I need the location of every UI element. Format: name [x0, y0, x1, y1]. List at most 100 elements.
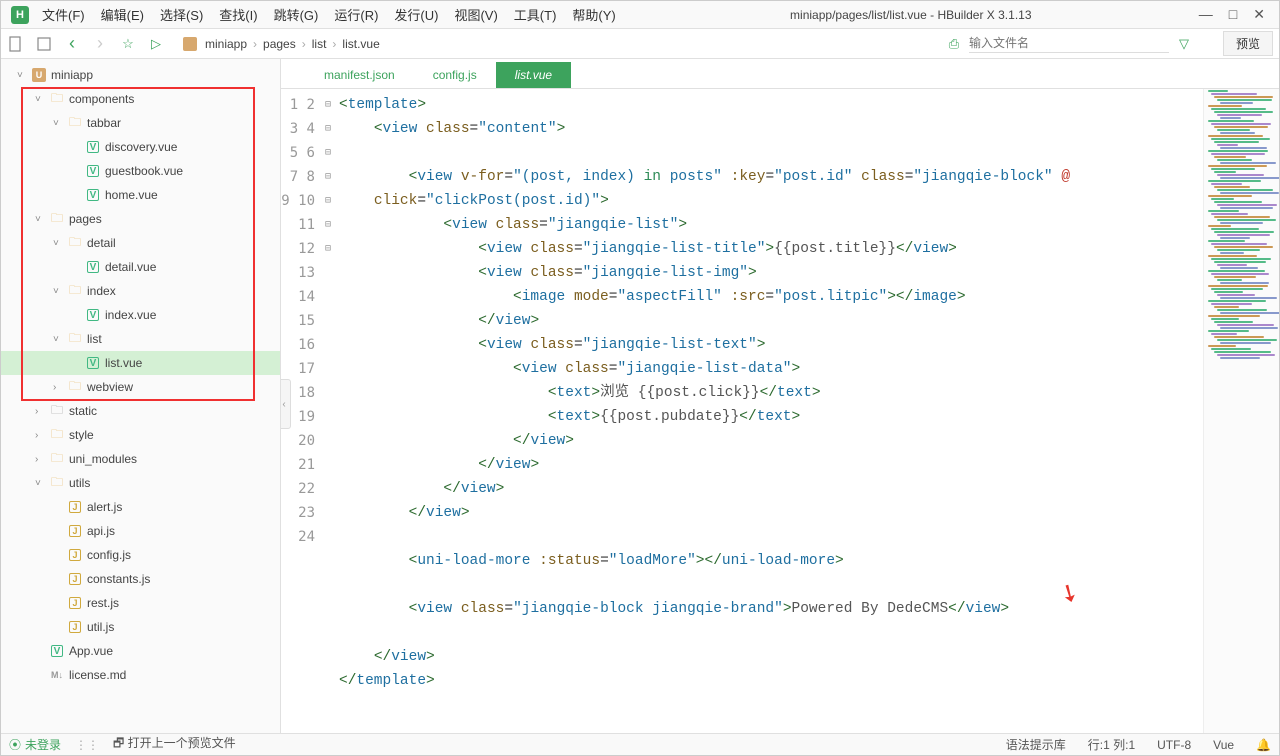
status-dots: ⋮⋮: [75, 738, 99, 752]
tree-item[interactable]: ˅🗀index: [1, 279, 280, 303]
tree-label: App.vue: [69, 644, 113, 658]
chevron-down-icon[interactable]: ˅: [53, 286, 65, 297]
star-icon[interactable]: ☆: [119, 35, 137, 53]
search-icon[interactable]: ⎙: [945, 35, 963, 53]
editor-body[interactable]: ‹ 1 2 3 4 5 6 7 8 9 10 11 12 13 14 15 16…: [281, 89, 1279, 733]
tree-label: config.js: [87, 548, 131, 562]
tree-item[interactable]: Vindex.vue: [1, 303, 280, 327]
tree-label: home.vue: [105, 188, 158, 202]
js-file-icon: J: [67, 620, 83, 634]
tree-label: list: [87, 332, 102, 346]
minimize-icon[interactable]: ―: [1199, 6, 1213, 23]
status-syntax[interactable]: 语法提示库: [1006, 736, 1066, 753]
folder-icon: 🗀: [49, 428, 65, 442]
login-status[interactable]: ⦿ 未登录: [9, 736, 61, 753]
tree-label: utils: [69, 476, 90, 490]
breadcrumb-item[interactable]: miniapp: [205, 37, 247, 51]
run-icon[interactable]: ▷: [147, 35, 165, 53]
chevron-right-icon[interactable]: ›: [53, 382, 65, 393]
fold-column[interactable]: ⊟ ⊟ ⊟ ⊟ ⊟ ⊟ ⊟: [321, 89, 335, 733]
close-icon[interactable]: ✕: [1253, 6, 1265, 23]
maximize-icon[interactable]: □: [1229, 6, 1237, 23]
tree-item[interactable]: ˅🗀utils: [1, 471, 280, 495]
tree-item[interactable]: Vdetail.vue: [1, 255, 280, 279]
editor-tab[interactable]: config.js: [414, 62, 496, 88]
save-icon[interactable]: [35, 35, 53, 53]
preview-button[interactable]: 预览: [1223, 31, 1273, 56]
tree-item[interactable]: M↓license.md: [1, 663, 280, 687]
menu-item[interactable]: 选择(S): [153, 3, 210, 26]
logo-icon: H: [11, 6, 29, 24]
editor-tab[interactable]: list.vue: [496, 62, 571, 88]
tree-item[interactable]: Jrest.js: [1, 591, 280, 615]
tree-item[interactable]: ›🗀static: [1, 399, 280, 423]
menu-item[interactable]: 运行(R): [327, 3, 385, 26]
tree-label: guestbook.vue: [105, 164, 183, 178]
menu-item[interactable]: 查找(I): [212, 3, 264, 26]
tree-item[interactable]: ˅🗀detail: [1, 231, 280, 255]
tree-item[interactable]: Vguestbook.vue: [1, 159, 280, 183]
bell-icon[interactable]: 🔔: [1256, 738, 1271, 752]
tree-item[interactable]: Vlist.vue: [1, 351, 280, 375]
tree-item[interactable]: ›🗀 webview: [1, 375, 280, 399]
tree-item[interactable]: ›🗀style: [1, 423, 280, 447]
menu-item[interactable]: 视图(V): [447, 3, 504, 26]
breadcrumb-item[interactable]: list.vue: [342, 37, 379, 51]
forward-icon[interactable]: ›: [91, 35, 109, 53]
chevron-down-icon[interactable]: ˅: [53, 334, 65, 345]
tree-label: pages: [69, 212, 102, 226]
chevron-right-icon[interactable]: ›: [35, 406, 47, 417]
tree-item[interactable]: ˅🗀tabbar: [1, 111, 280, 135]
search-input[interactable]: [969, 34, 1169, 53]
tree-item[interactable]: Vhome.vue: [1, 183, 280, 207]
tree-item[interactable]: Japi.js: [1, 519, 280, 543]
menu-item[interactable]: 工具(T): [507, 3, 564, 26]
code-area[interactable]: <template> <view class="content"> <view …: [335, 89, 1203, 733]
status-encoding[interactable]: UTF-8: [1157, 738, 1191, 752]
menu-item[interactable]: 帮助(Y): [565, 3, 622, 26]
tree-item[interactable]: Jconstants.js: [1, 567, 280, 591]
menu-item[interactable]: 发行(U): [387, 3, 445, 26]
chevron-down-icon[interactable]: ˅: [35, 478, 47, 489]
new-file-icon[interactable]: [7, 35, 25, 53]
menu-item[interactable]: 文件(F): [35, 3, 92, 26]
tree-label: detail.vue: [105, 260, 156, 274]
breadcrumb-item[interactable]: list: [312, 37, 327, 51]
chevron-right-icon: ›: [253, 37, 257, 51]
editor-tab[interactable]: manifest.json: [305, 62, 414, 88]
js-file-icon: J: [67, 572, 83, 586]
minimap[interactable]: [1203, 89, 1279, 733]
chevron-down-icon[interactable]: ˅: [53, 118, 65, 129]
tree-item[interactable]: ˅🗀list: [1, 327, 280, 351]
chevron-down-icon[interactable]: ˅: [53, 238, 65, 249]
tree-label: webview: [87, 380, 133, 394]
menu-item[interactable]: 编辑(E): [94, 3, 151, 26]
tree-item[interactable]: VApp.vue: [1, 639, 280, 663]
tree-item[interactable]: ˅🗀pages: [1, 207, 280, 231]
chevron-right-icon[interactable]: ›: [35, 454, 47, 465]
back-icon[interactable]: ‹: [63, 35, 81, 53]
tree-item[interactable]: Jconfig.js: [1, 543, 280, 567]
filter-icon[interactable]: ▽: [1175, 35, 1193, 53]
folder-icon: 🗀: [49, 452, 65, 466]
tree-item[interactable]: ›🗀uni_modules: [1, 447, 280, 471]
status-bar: ⦿ 未登录 ⋮⋮ 🗗 打开上一个预览文件 语法提示库 行:1 列:1 UTF-8…: [1, 733, 1279, 755]
tree-root[interactable]: ˅ U miniapp: [1, 63, 280, 87]
tree-item[interactable]: ˅🗀components: [1, 87, 280, 111]
chevron-down-icon[interactable]: ˅: [35, 214, 47, 225]
menu-item[interactable]: 跳转(G): [267, 3, 326, 26]
folder-icon: 🗀: [67, 380, 83, 394]
tree-label: list.vue: [105, 356, 142, 370]
tree-item[interactable]: Vdiscovery.vue: [1, 135, 280, 159]
chevron-right-icon[interactable]: ›: [35, 430, 47, 441]
status-lang[interactable]: Vue: [1213, 738, 1234, 752]
status-hint[interactable]: 🗗 打开上一个预览文件: [113, 734, 236, 755]
tree-item[interactable]: Jalert.js: [1, 495, 280, 519]
chevron-down-icon[interactable]: ˅: [35, 94, 47, 105]
tree-label: alert.js: [87, 500, 122, 514]
file-tree[interactable]: ˅ U miniapp ˅🗀components˅🗀tabbarVdiscove…: [1, 59, 281, 733]
status-position[interactable]: 行:1 列:1: [1088, 736, 1135, 753]
tree-item[interactable]: Jutil.js: [1, 615, 280, 639]
sidebar-collapse-icon[interactable]: ‹: [281, 379, 291, 429]
breadcrumb-item[interactable]: pages: [263, 37, 296, 51]
